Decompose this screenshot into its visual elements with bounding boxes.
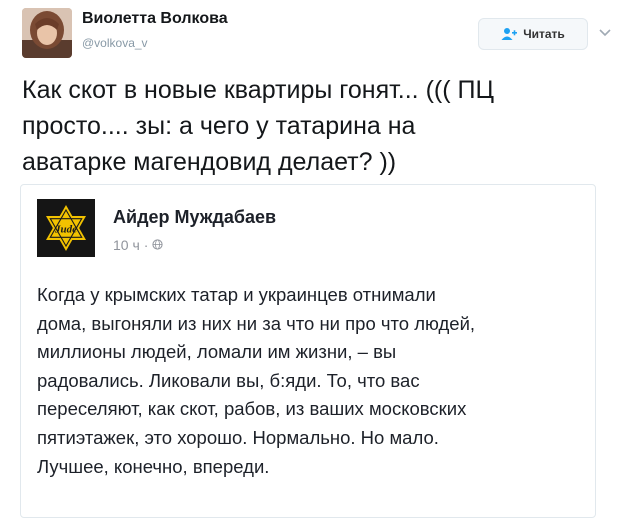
follow-button[interactable]: Читать xyxy=(478,18,588,50)
quoted-text-line: дома, выгоняли из них ни за что ни про ч… xyxy=(37,312,476,334)
quoted-text-line: Когда у крымских татар и украинцев отним… xyxy=(37,284,436,305)
tweet-menu-button[interactable] xyxy=(598,26,612,40)
meta-separator: · xyxy=(143,237,149,253)
quoted-author-name[interactable]: Айдер Муждабаев xyxy=(113,207,276,228)
author-handle[interactable]: @volkova_v xyxy=(82,36,148,50)
tweet-text-line: Как скот в новые квартиры гонят... ((( П… xyxy=(22,76,494,104)
add-user-icon xyxy=(501,27,518,41)
quoted-author-avatar[interactable]: Jude xyxy=(37,199,95,257)
chevron-down-icon xyxy=(599,24,611,42)
quoted-post-card[interactable]: Jude Айдер Муждабаев 10 ч · Когда у крым… xyxy=(20,184,596,518)
globe-icon xyxy=(152,237,164,253)
quoted-post-meta: 10 ч · xyxy=(113,237,164,253)
tweet-text-line: просто.... зы: а чего у татарина на xyxy=(22,112,416,140)
quoted-text-line: пятиэтажек, это хорошо. Нормально. Но ма… xyxy=(37,426,439,448)
quoted-text-line: переселяют, как скот, рабов, из ваших мо… xyxy=(37,398,467,420)
author-avatar[interactable] xyxy=(22,8,72,58)
quoted-text-line: радовались. Ликовали вы, б:яди. То, что … xyxy=(37,369,420,391)
tweet-text: Как скот в новые квартиры гонят... ((( П… xyxy=(22,72,607,180)
quoted-text-line: миллионы людей, ломали им жизни, – вы xyxy=(37,341,397,363)
tweet-text-line: аватарке магендовид делает? )) xyxy=(22,148,397,176)
tweet: Виолетта Волкова @volkova_v Читать Как с… xyxy=(0,0,620,530)
quoted-post-time[interactable]: 10 ч xyxy=(113,237,140,253)
badge-text: Jude xyxy=(54,224,77,236)
quoted-text-line: Лучшее, конечно, впереди. xyxy=(37,455,270,477)
author-name[interactable]: Виолетта Волкова xyxy=(82,10,228,28)
quoted-post-text: Когда у крымских татар и украинцев отним… xyxy=(37,281,585,481)
follow-label: Читать xyxy=(523,27,565,41)
